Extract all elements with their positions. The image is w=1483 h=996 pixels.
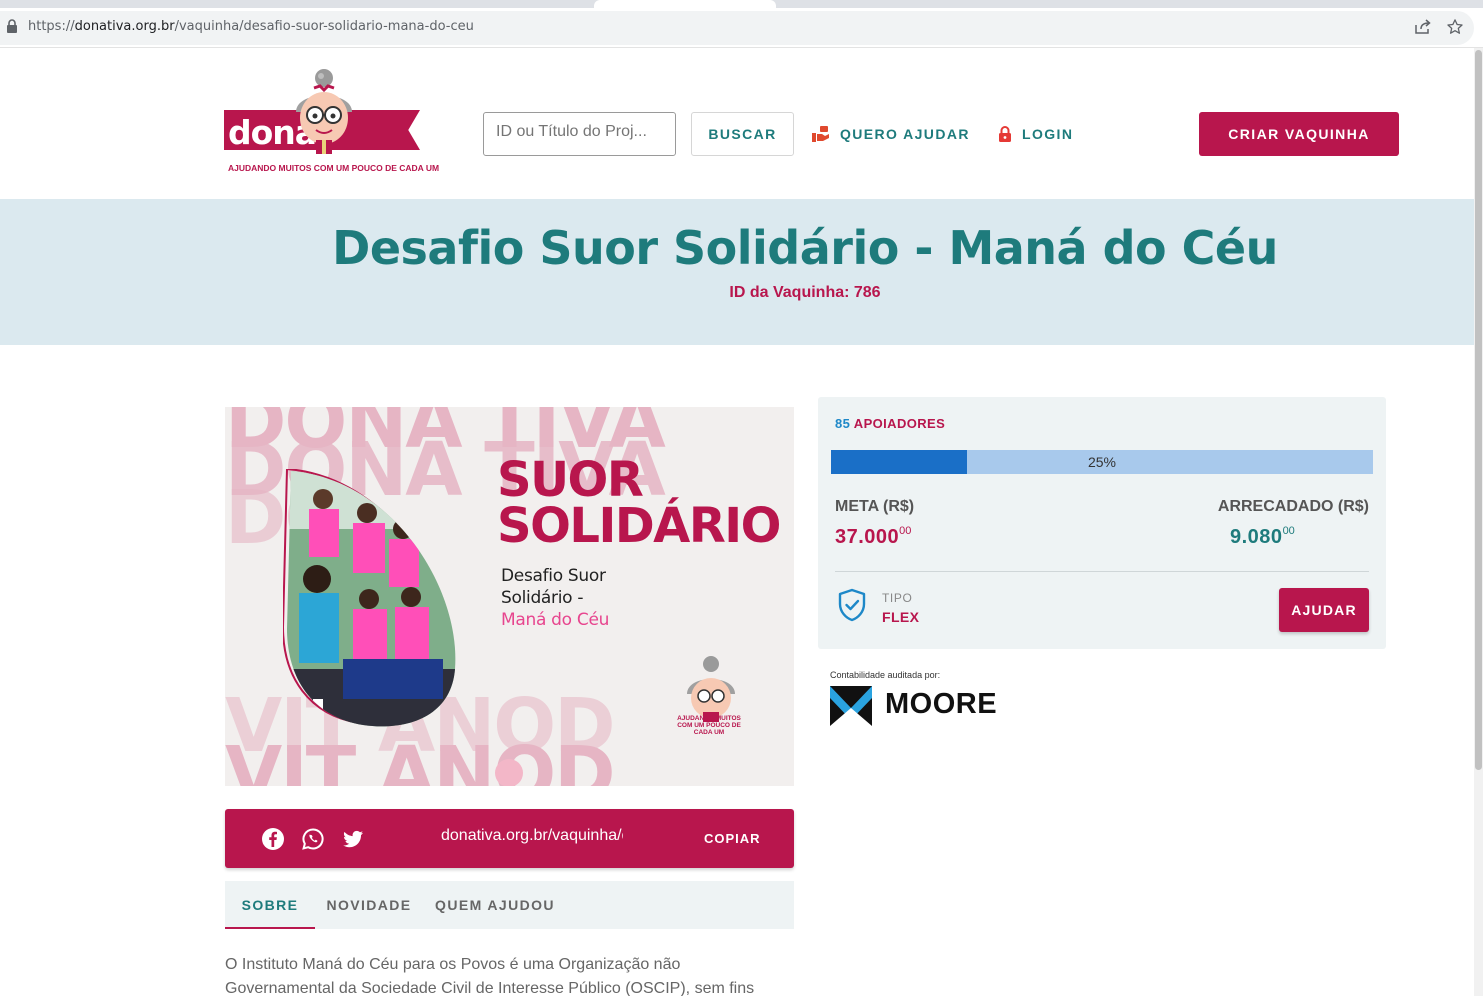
progress-label: 25% xyxy=(1087,454,1117,470)
whatsapp-icon[interactable] xyxy=(301,827,325,851)
cover-background-text: VIT ANOD xyxy=(225,731,616,786)
page-title: Desafio Suor Solidário - Maná do Céu xyxy=(332,221,1278,275)
hero-banner: Desafio Suor Solidário - Maná do Céu ID … xyxy=(0,199,1474,345)
search-button[interactable]: BUSCAR xyxy=(691,112,794,156)
tab-novidade[interactable]: NOVIDADE xyxy=(315,881,423,929)
criar-vaquinha-button[interactable]: CRIAR VAQUINHA xyxy=(1199,112,1399,156)
cover-subtitle-line: Solidário - xyxy=(501,588,584,608)
donate-hand-icon xyxy=(812,126,829,142)
lock-icon[interactable] xyxy=(6,19,18,33)
share-bar: donativa.org.br/vaquinha/desafio-suor-so… xyxy=(225,809,794,868)
cover-mini-tagline: AJUDANDO MUITOS COM UM POUCO DE CADA UM xyxy=(677,715,741,736)
arrecadado-cents: 00 xyxy=(1282,525,1295,537)
meta-cents: 00 xyxy=(899,525,912,537)
meta-value: 37.00000 xyxy=(835,525,911,549)
nav-login-label: LOGIN xyxy=(1022,126,1074,142)
cover-subtitle-line: Desafio Suor xyxy=(501,566,606,586)
granny-mascot-icon xyxy=(296,69,352,154)
project-cover-image: DONA TIVA DONA TIVA DO VIT ANOD VIT ANOD xyxy=(225,407,794,786)
vaquinha-id: ID da Vaquinha: 786 xyxy=(729,284,881,301)
audit-label: Contabilidade auditada por: xyxy=(830,670,941,680)
tab-quem-ajudou[interactable]: QUEM AJUDOU xyxy=(423,881,567,929)
stats-divider xyxy=(835,571,1369,572)
facebook-icon[interactable] xyxy=(261,827,285,851)
shield-check-icon xyxy=(838,588,866,622)
supporters-count: 85 APOIADORES xyxy=(835,416,945,431)
share-link-text[interactable]: donativa.org.br/vaquinha/desafio-suor-so… xyxy=(441,827,623,845)
cover-title: SUOR SOLIDÁRIO xyxy=(497,452,781,554)
project-tabs: SOBRE NOVIDADE QUEM AJUDOU xyxy=(225,881,794,929)
runners-group-photo xyxy=(283,469,456,727)
meta-amount: 37.000 xyxy=(835,526,900,548)
moore-logo-icon[interactable] xyxy=(830,686,872,726)
nav-quero-ajudar[interactable]: QUERO AJUDAR xyxy=(812,124,970,144)
cover-subtitle: Desafio Suor Solidário - Maná do Céu xyxy=(501,565,609,631)
meta-label: META (R$) xyxy=(835,498,915,515)
arrecadado-value: 9.08000 xyxy=(1230,525,1295,549)
ajudar-button[interactable]: AJUDAR xyxy=(1279,588,1369,632)
address-url[interactable]: https://donativa.org.br/vaquinha/desafio… xyxy=(28,19,474,34)
bookmark-star-icon[interactable] xyxy=(1446,18,1464,36)
arrecadado-label: ARRECADADO (R$) xyxy=(1217,498,1369,515)
tipo-value: FLEX xyxy=(882,609,920,625)
carousel-dot[interactable] xyxy=(495,759,523,786)
donativa-logo[interactable]: donativa AJUDANDO MUITOS COM UM POUCO DE… xyxy=(224,68,439,191)
search-input[interactable]: ID ou Título do Proj... xyxy=(483,112,676,156)
logo-tagline: AJUDANDO MUITOS COM UM POUCO DE CADA UM xyxy=(228,163,440,173)
progress-bar: 25% xyxy=(831,450,1373,474)
cover-title-line: SOLIDÁRIO xyxy=(497,498,781,554)
donation-stats-card: 85 APOIADORES 25% META (R$) ARRECADADO (… xyxy=(818,397,1386,649)
nav-quero-ajudar-label: QUERO AJUDAR xyxy=(840,126,970,142)
copy-link-button[interactable]: COPIAR xyxy=(704,831,761,846)
nav-login[interactable]: LOGIN xyxy=(998,124,1073,144)
moore-logo-text[interactable]: MOORE xyxy=(885,688,997,721)
twitter-icon[interactable] xyxy=(341,827,365,851)
lock-icon xyxy=(999,126,1011,142)
supporters-label: APOIADORES xyxy=(853,416,946,431)
browser-tab-strip xyxy=(0,0,1483,8)
about-text: O Instituto Maná do Céu para os Povos é … xyxy=(225,956,755,996)
browser-active-tab[interactable] xyxy=(594,0,776,8)
share-icon[interactable] xyxy=(1414,19,1432,35)
tab-sobre[interactable]: SOBRE xyxy=(225,881,315,929)
scrollbar-thumb[interactable] xyxy=(1475,50,1482,770)
supporters-number: 85 xyxy=(835,416,851,431)
cover-title-line: SUOR xyxy=(497,452,644,508)
tipo-label: TIPO xyxy=(882,591,913,605)
cover-subtitle-line: Maná do Céu xyxy=(501,610,610,630)
browser-address-bar[interactable]: https://donativa.org.br/vaquinha/desafio… xyxy=(0,8,1483,48)
arrecadado-amount: 9.080 xyxy=(1230,526,1283,548)
page-scrollbar[interactable] xyxy=(1474,48,1483,996)
